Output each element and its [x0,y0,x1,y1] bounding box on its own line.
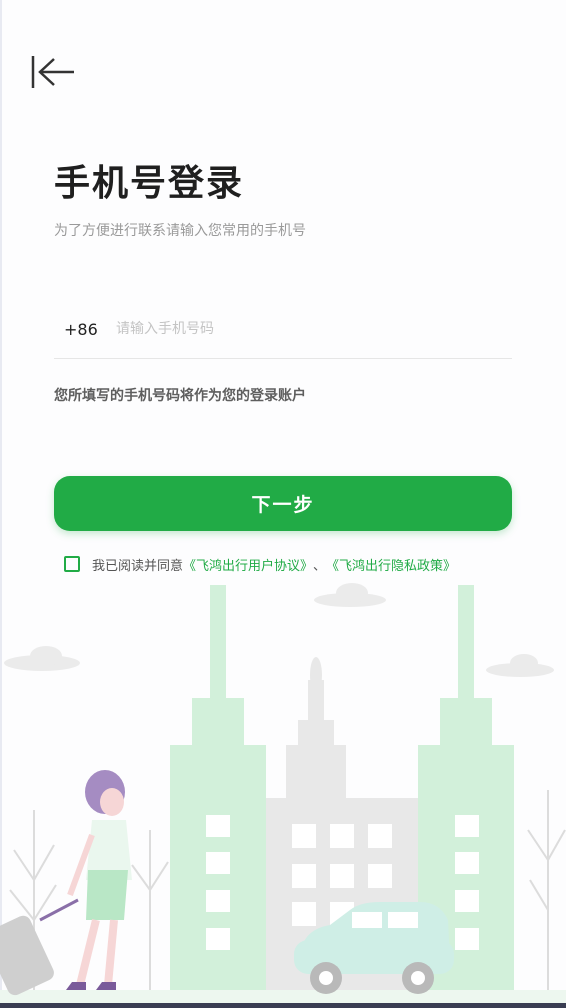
account-hint: 您所填写的手机号码将作为您的登录账户 [54,388,306,404]
page-subtitle: 为了方便进行联系请输入您常用的手机号 [54,223,306,239]
ground [0,990,566,1003]
city-illustration [0,583,566,1003]
phone-input[interactable] [116,314,496,344]
agreement-prefix: 我已阅读并同意 [92,558,184,574]
user-agreement-link[interactable]: 《飞鸿出行用户协议》 [183,555,313,574]
woman-with-suitcase [0,770,132,996]
country-code[interactable]: +86 [64,320,98,339]
privacy-policy-link[interactable]: 《飞鸿出行隐私政策》 [326,555,456,574]
next-step-button[interactable]: 下一步 [54,476,512,531]
bottom-navigation-bar [0,1003,566,1008]
page-title: 手机号登录 [54,163,245,204]
agreement-checkbox[interactable] [64,556,80,572]
collapse-left-arrow-icon [31,56,74,88]
phone-field-row: +86 [54,306,512,359]
agreement-row: 我已阅读并同意 《飞鸿出行用户协议》 、 《飞鸿出行隐私政策》 [64,554,456,574]
agreement-separator: 、 [313,558,327,574]
back-button[interactable] [28,52,78,92]
